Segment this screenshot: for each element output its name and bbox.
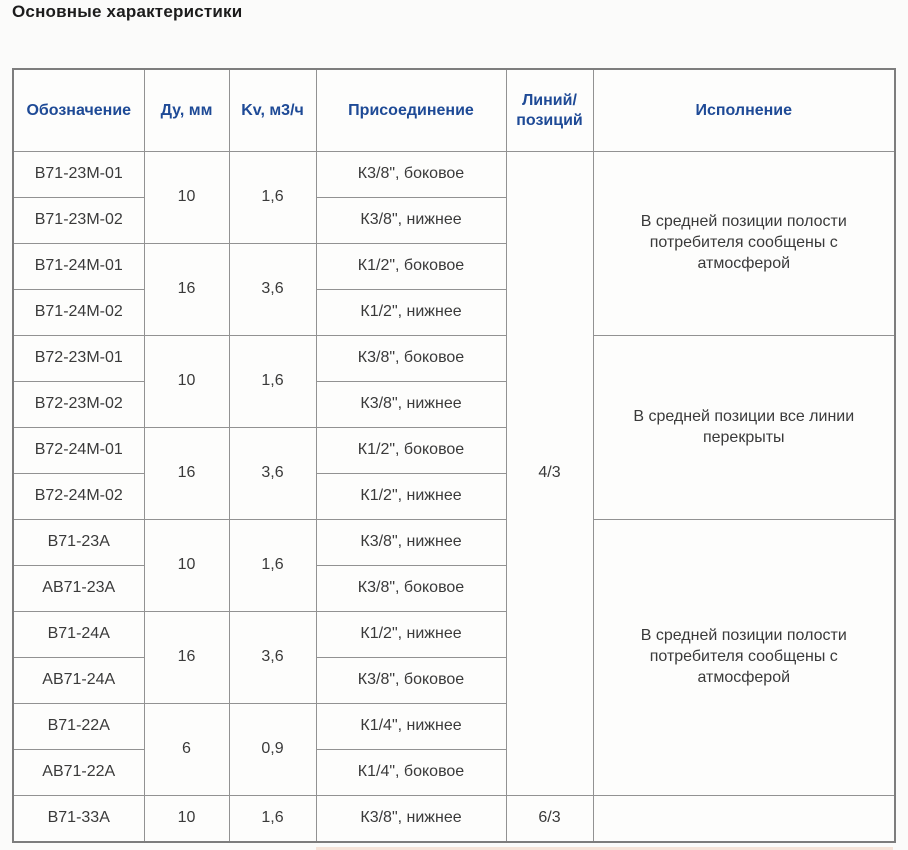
page: Основные характеристики ОбозначениеДу, м…	[0, 0, 908, 850]
table-cell: 16	[144, 428, 229, 520]
table-cell: К3/8", боковое	[316, 336, 506, 382]
table-cell: К1/4", боковое	[316, 750, 506, 796]
table-row: В71-33А101,6К3/8", нижнее6/3	[13, 796, 895, 843]
table-cell: В средней позиции полости потребителя со…	[593, 520, 895, 796]
table-cell: К3/8", нижнее	[316, 198, 506, 244]
table-cell: 10	[144, 796, 229, 843]
table-cell: В средней позиции все линии перекрыты	[593, 336, 895, 520]
table-cell: В71-22А	[13, 704, 144, 750]
table-cell: К3/8", нижнее	[316, 382, 506, 428]
table-row: В71-23М-01101,6К3/8", боковое4/3В средне…	[13, 152, 895, 198]
table-cell: К3/8", боковое	[316, 566, 506, 612]
table-cell: К1/2", боковое	[316, 244, 506, 290]
table-head: ОбозначениеДу, ммKv, м3/чПрисоединениеЛи…	[13, 69, 895, 152]
column-header-0: Обозначение	[13, 69, 144, 152]
table-cell: 3,6	[229, 244, 316, 336]
table-cell: К1/2", боковое	[316, 428, 506, 474]
table-cell: 10	[144, 336, 229, 428]
table-cell: К1/2", нижнее	[316, 290, 506, 336]
table-cell: К3/8", боковое	[316, 658, 506, 704]
table-cell: 4/3	[506, 152, 593, 796]
table-cell: 6/3	[506, 796, 593, 843]
table-cell: В71-23М-02	[13, 198, 144, 244]
table-cell: 6	[144, 704, 229, 796]
table-row: В71-23А101,6К3/8", нижнееВ средней позиц…	[13, 520, 895, 566]
table-body: В71-23М-01101,6К3/8", боковое4/3В средне…	[13, 152, 895, 843]
table-cell: В71-23А	[13, 520, 144, 566]
table-cell: В71-23М-01	[13, 152, 144, 198]
table-cell: АВ71-23А	[13, 566, 144, 612]
table-cell: 1,6	[229, 336, 316, 428]
table-cell: В71-24А	[13, 612, 144, 658]
table-cell: В72-23М-01	[13, 336, 144, 382]
table-cell: 10	[144, 520, 229, 612]
table-cell: В72-24М-01	[13, 428, 144, 474]
table-cell: В72-23М-02	[13, 382, 144, 428]
table-cell: К1/2", нижнее	[316, 474, 506, 520]
column-header-5: Исполнение	[593, 69, 895, 152]
table-cell: В72-24М-02	[13, 474, 144, 520]
table-cell	[593, 796, 895, 843]
table-cell: В71-24М-02	[13, 290, 144, 336]
table-cell: В71-24М-01	[13, 244, 144, 290]
table-cell: 1,6	[229, 520, 316, 612]
table-row: В72-23М-01101,6К3/8", боковоеВ средней п…	[13, 336, 895, 382]
column-header-1: Ду, мм	[144, 69, 229, 152]
column-header-2: Kv, м3/ч	[229, 69, 316, 152]
table-cell: 0,9	[229, 704, 316, 796]
table-cell: 3,6	[229, 428, 316, 520]
table-cell: К3/8", боковое	[316, 152, 506, 198]
table-cell: АВ71-24А	[13, 658, 144, 704]
table-cell: 16	[144, 612, 229, 704]
table-cell: 3,6	[229, 612, 316, 704]
table-cell: В71-33А	[13, 796, 144, 843]
column-header-4: Линий/ позиций	[506, 69, 593, 152]
table-cell: 10	[144, 152, 229, 244]
table-cell: К3/8", нижнее	[316, 520, 506, 566]
table-cell: 16	[144, 244, 229, 336]
table-cell: АВ71-22А	[13, 750, 144, 796]
table-cell: К3/8", нижнее	[316, 796, 506, 843]
page-title: Основные характеристики	[12, 2, 242, 22]
header-row: ОбозначениеДу, ммKv, м3/чПрисоединениеЛи…	[13, 69, 895, 152]
table-cell: К1/2", нижнее	[316, 612, 506, 658]
table-cell: 1,6	[229, 152, 316, 244]
table-cell: В средней позиции полости потребителя со…	[593, 152, 895, 336]
table-cell: К1/4", нижнее	[316, 704, 506, 750]
table-cell: 1,6	[229, 796, 316, 843]
column-header-3: Присоединение	[316, 69, 506, 152]
characteristics-table: ОбозначениеДу, ммKv, м3/чПрисоединениеЛи…	[12, 68, 896, 843]
